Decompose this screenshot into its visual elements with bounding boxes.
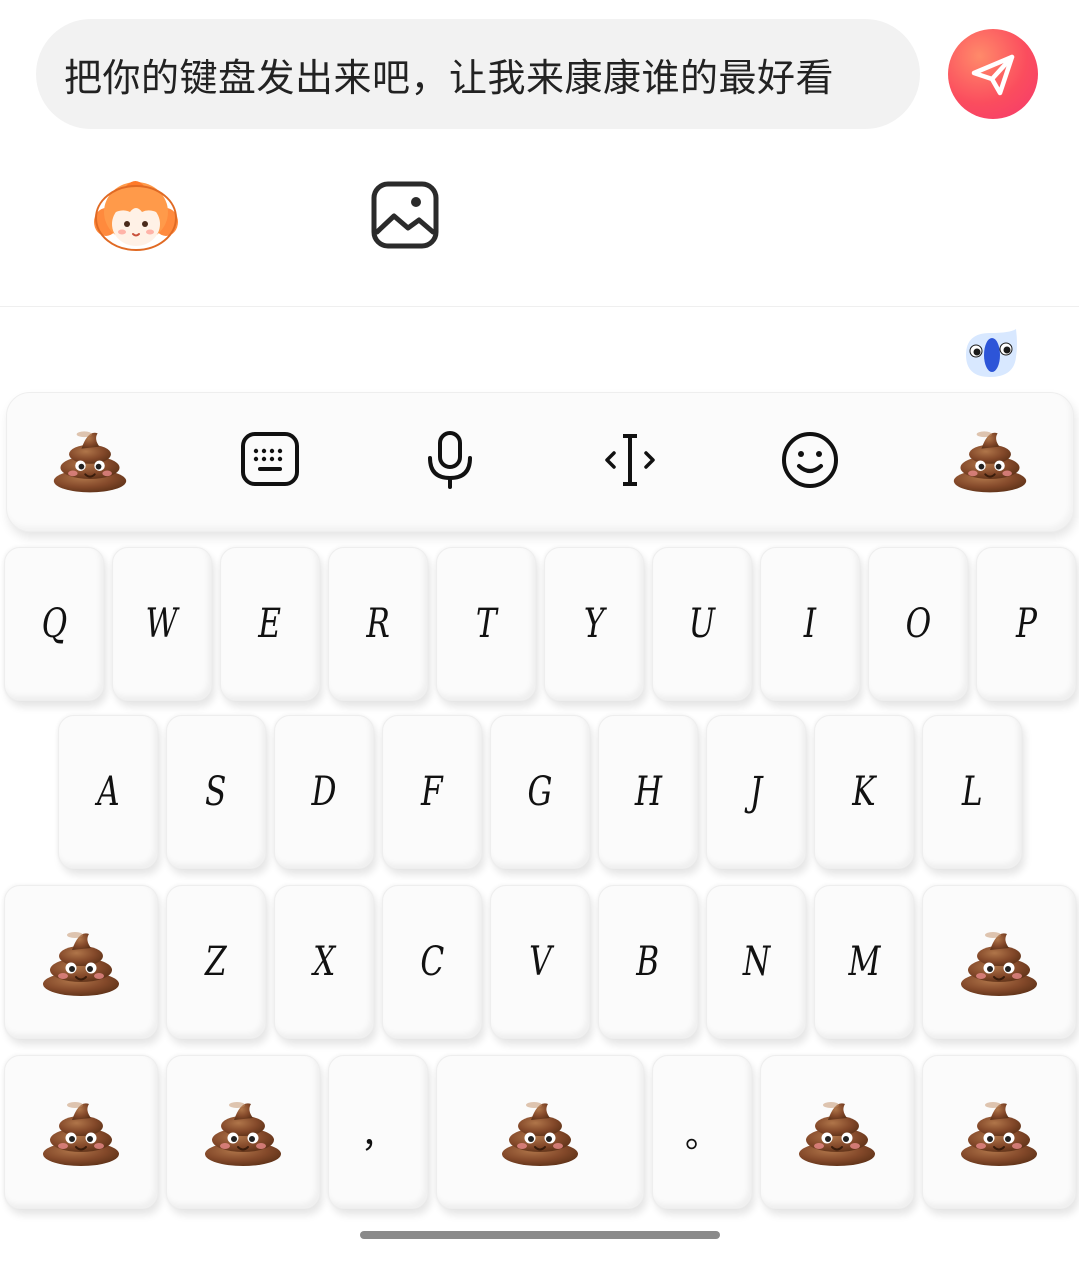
- key-label: Z: [205, 939, 227, 985]
- key-label: P: [1015, 601, 1037, 647]
- key-p[interactable]: P: [976, 547, 1076, 701]
- key-label: W: [145, 601, 179, 647]
- key-r[interactable]: R: [328, 547, 428, 701]
- smiley-icon: [782, 432, 838, 488]
- poo-emoji-icon: [795, 1096, 879, 1168]
- poo-emoji-icon: [957, 926, 1041, 998]
- image-icon: [371, 181, 439, 249]
- key-period[interactable]: 。: [652, 1055, 752, 1209]
- shift-key-poo[interactable]: [4, 885, 158, 1039]
- key-m[interactable]: M: [814, 885, 914, 1039]
- message-input-text: 把你的键盘发出来吧，让我来康康谁的最好看: [64, 57, 835, 100]
- key-label: B: [636, 939, 660, 985]
- space-key-poo[interactable]: [436, 1055, 644, 1209]
- key-y[interactable]: Y: [544, 547, 644, 701]
- key-f[interactable]: F: [382, 715, 482, 869]
- key-v[interactable]: V: [490, 885, 590, 1039]
- key-q[interactable]: Q: [4, 547, 104, 701]
- microphone-icon: [428, 431, 472, 489]
- message-input[interactable]: 把你的键盘发出来吧，让我来康康谁的最好看: [36, 19, 920, 129]
- key-label: E: [258, 601, 282, 647]
- poo-emoji-icon: [39, 1096, 123, 1168]
- cartoon-girl-avatar-icon: [94, 181, 178, 251]
- composer-area: 把你的键盘发出来吧，让我来康康谁的最好看: [0, 0, 1079, 307]
- key-label: S: [205, 769, 227, 815]
- key-u[interactable]: U: [652, 547, 752, 701]
- key-c[interactable]: C: [382, 885, 482, 1039]
- poo-emoji-icon: [950, 424, 1030, 496]
- toolbar-keyboard-button[interactable]: [230, 425, 310, 495]
- language-key-poo[interactable]: [760, 1055, 914, 1209]
- poo-emoji-icon: [50, 424, 130, 496]
- paper-plane-icon: [971, 54, 1015, 96]
- poo-emoji-icon: [39, 926, 123, 998]
- key-label: V: [528, 939, 552, 985]
- poo-emoji-icon: [957, 1096, 1041, 1168]
- key-g[interactable]: G: [490, 715, 590, 869]
- key-label: ，: [361, 1115, 395, 1156]
- poo-emoji-icon: [201, 1096, 285, 1168]
- key-label: 。: [685, 1115, 719, 1156]
- key-label: A: [96, 769, 120, 815]
- number-key-poo[interactable]: [166, 1055, 320, 1209]
- key-label: G: [527, 769, 553, 815]
- send-button[interactable]: [948, 29, 1038, 119]
- enter-key-poo[interactable]: [922, 1055, 1076, 1209]
- toolbar-poo-emoji[interactable]: [50, 425, 130, 495]
- toolbar-emoji-button[interactable]: [770, 425, 850, 495]
- key-h[interactable]: H: [598, 715, 698, 869]
- toolbar-voice-button[interactable]: [410, 425, 490, 495]
- image-picker-button[interactable]: [370, 180, 440, 250]
- key-j[interactable]: J: [706, 715, 806, 869]
- key-k[interactable]: K: [814, 715, 914, 869]
- key-label: H: [634, 769, 662, 815]
- key-label: M: [848, 939, 880, 985]
- key-a[interactable]: A: [58, 715, 158, 869]
- key-d[interactable]: D: [274, 715, 374, 869]
- key-label: U: [688, 601, 716, 647]
- poo-emoji-icon: [498, 1096, 582, 1168]
- symbol-key-poo[interactable]: [4, 1055, 158, 1209]
- key-label: T: [475, 601, 497, 647]
- key-x[interactable]: X: [274, 885, 374, 1039]
- key-t[interactable]: T: [436, 547, 536, 701]
- key-label: L: [961, 769, 983, 815]
- cursor-move-icon: [605, 434, 655, 486]
- backspace-key-poo[interactable]: [922, 885, 1076, 1039]
- key-label: I: [803, 601, 817, 647]
- blue-mascot-icon: [966, 329, 1017, 377]
- toolbar-cursor-button[interactable]: [590, 425, 670, 495]
- key-comma[interactable]: ，: [328, 1055, 428, 1209]
- keyboard-icon: [241, 432, 299, 486]
- key-label: F: [421, 769, 443, 815]
- key-label: R: [366, 601, 390, 647]
- key-label: X: [312, 939, 336, 985]
- key-label: D: [311, 769, 337, 815]
- keyboard-toolbar: [6, 392, 1074, 532]
- key-label: Y: [583, 601, 605, 647]
- key-b[interactable]: B: [598, 885, 698, 1039]
- key-label: K: [852, 769, 876, 815]
- toolbar-poo-emoji-right[interactable]: [950, 425, 1030, 495]
- key-i[interactable]: I: [760, 547, 860, 701]
- keyboard-mascot-button[interactable]: [960, 325, 1022, 381]
- key-label: N: [742, 939, 770, 985]
- key-label: C: [420, 939, 444, 985]
- key-e[interactable]: E: [220, 547, 320, 701]
- key-z[interactable]: Z: [166, 885, 266, 1039]
- key-label: Q: [41, 601, 67, 647]
- key-w[interactable]: W: [112, 547, 212, 701]
- key-label: J: [749, 769, 763, 815]
- home-indicator[interactable]: [360, 1231, 720, 1239]
- key-l[interactable]: L: [922, 715, 1022, 869]
- key-label: O: [905, 601, 931, 647]
- key-o[interactable]: O: [868, 547, 968, 701]
- avatar-sticker-button[interactable]: [92, 178, 180, 252]
- keyboard-panel: Q W E R T Y U I O P A S D F G H J K L Z …: [0, 307, 1079, 1261]
- key-n[interactable]: N: [706, 885, 806, 1039]
- key-s[interactable]: S: [166, 715, 266, 869]
